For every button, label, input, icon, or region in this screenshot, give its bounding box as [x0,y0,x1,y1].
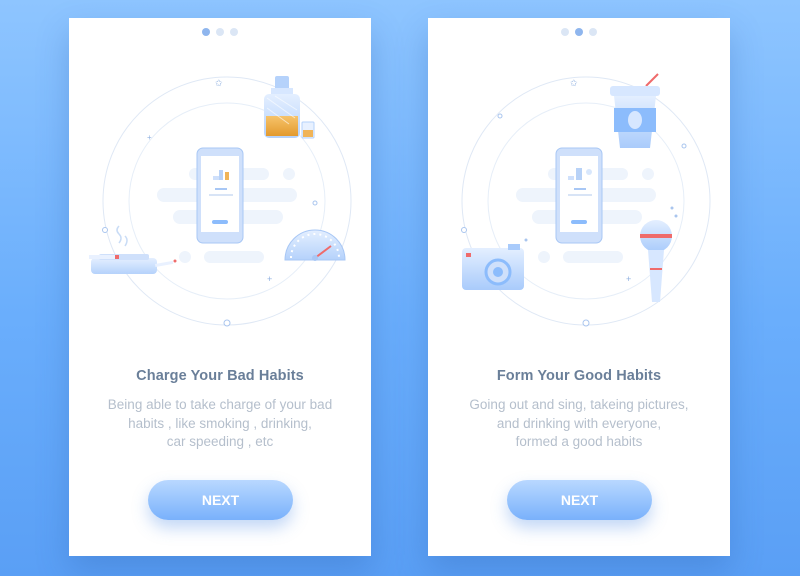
glass-icon [301,121,315,139]
phone-icon [196,147,244,244]
card-description: Being able to take charge of your bad ha… [81,396,359,452]
phone-icon [555,147,603,244]
svg-text:+: + [626,274,631,284]
camera-icon [462,238,528,290]
svg-text:✩: ✩ [215,78,223,88]
page-dot-1[interactable] [561,28,569,36]
description-line: formed a good habits [515,434,643,449]
description-line: habits , like smoking , drinking, [128,415,312,431]
microphone-icon [640,206,678,302]
page-dot-2[interactable] [216,28,224,36]
description-line: and drinking with everyone, [496,415,662,431]
next-button[interactable]: NEXT [507,480,652,520]
whiskey-bottle-icon [264,76,300,138]
card-title: Charge Your Bad Habits [136,368,304,384]
svg-text:+: + [147,133,152,142]
description-line: Going out and sing, takeing pictures, [469,397,689,412]
next-button[interactable]: NEXT [148,480,293,520]
description-line: Being able to take charge of your bad [107,397,333,412]
page-indicator [69,28,371,36]
good-habits-illustration: ✩ + [461,73,711,327]
page-dot-3[interactable] [230,28,238,36]
page-dot-2[interactable] [575,28,583,36]
page-dot-1[interactable] [202,28,210,36]
onboarding-card-2: ✩ + Form Your Good Habits Going out and … [428,18,730,556]
page-dot-3[interactable] [589,28,597,36]
description-line: car speeding , etc [166,434,274,449]
speedometer-icon [284,229,346,261]
svg-text:✩: ✩ [570,78,578,88]
coffee-cup-icon [610,73,660,148]
bad-habits-illustration: ✩ + + [89,76,352,327]
page-indicator [428,28,730,36]
card-description: Going out and sing, takeing pictures, an… [440,396,718,452]
card-title: Form Your Good Habits [496,368,662,384]
svg-text:+: + [267,274,272,284]
ashtray-cigarette-icon [89,225,177,274]
onboarding-card-1: ✩ + + Charge Your Bad Habits Being able … [69,18,371,556]
